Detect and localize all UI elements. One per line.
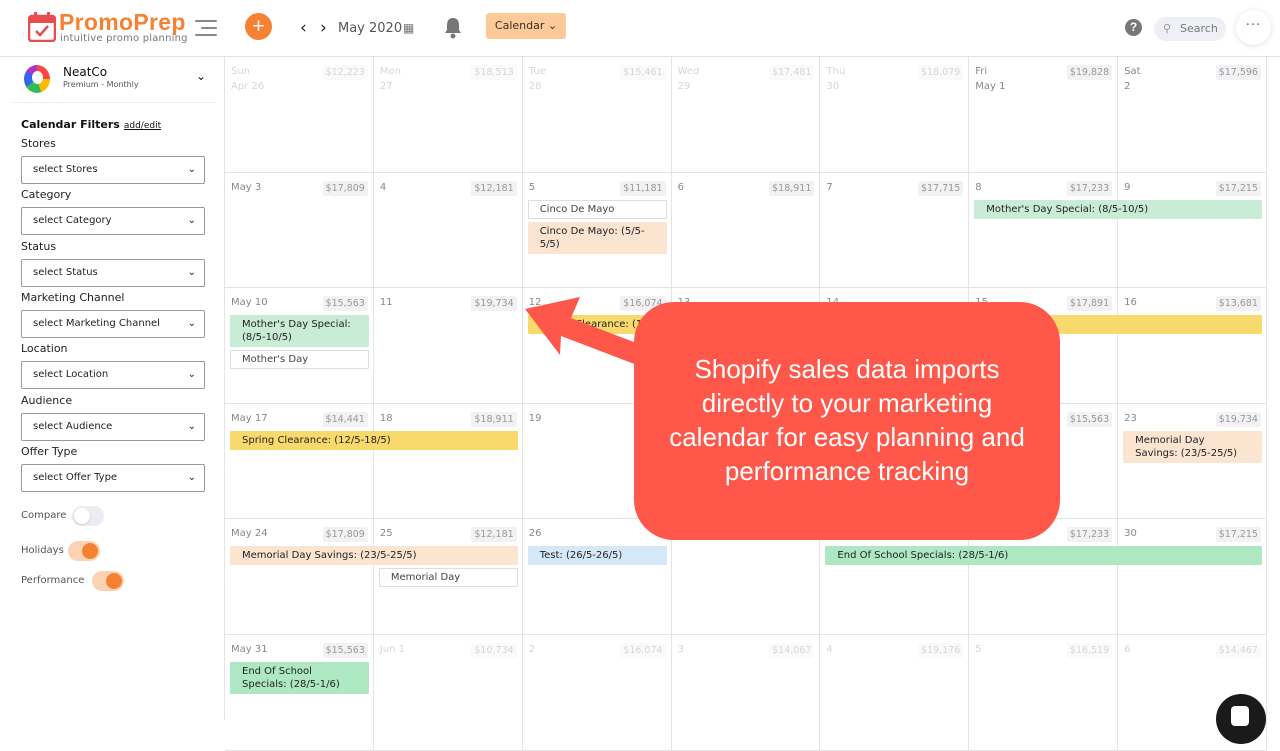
- callout-box: Shopify sales data imports directly to y…: [634, 302, 1060, 540]
- chat-button[interactable]: [1216, 694, 1266, 744]
- callout-text: Shopify sales data imports directly to y…: [669, 354, 1025, 486]
